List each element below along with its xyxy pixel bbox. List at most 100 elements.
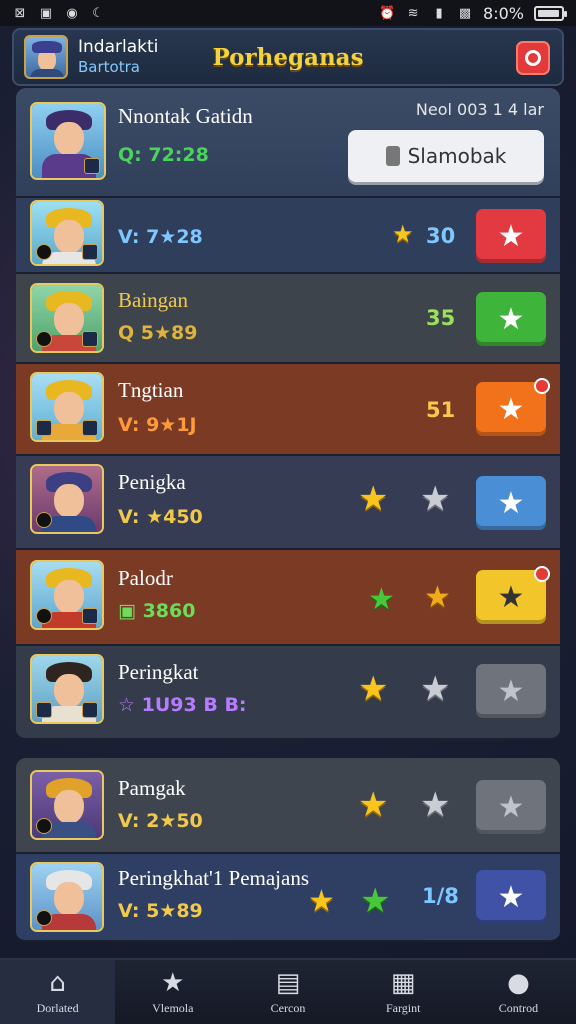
leaderboard-row-featured[interactable]: Nnontak Gatidn Q: 72:28 Neol 003 1 4 lar… xyxy=(16,88,560,198)
player-stat: V: 7★28 xyxy=(118,226,203,248)
leaderboard-row[interactable]: Peringkhat'1 Pemajans V: 5★89 ★ ★ 1/8 ★ xyxy=(16,854,560,942)
status-bar: ⊠ ▣ ◉ ☾ ⏰ ≋ ▮ ▩ 8:0% xyxy=(0,0,576,26)
player-stat: V: 2★50 xyxy=(118,810,203,832)
player-score: 30 xyxy=(426,224,456,248)
player-score: 35 xyxy=(426,306,456,330)
rank-badge-icon xyxy=(36,702,52,718)
star-icon: ★ xyxy=(358,669,389,709)
notification-icon: ◉ xyxy=(66,5,78,21)
star-icon: ★ xyxy=(360,881,391,921)
player-stat: Q 5★89 xyxy=(118,322,198,344)
player-stat: ▣ 3860 xyxy=(118,600,196,622)
player-name: Peringkhat'1 Pemajans xyxy=(118,866,309,890)
rank-badge-icon xyxy=(36,244,52,260)
user-name: Indarlakti xyxy=(78,37,159,57)
sim-icon: ▩ xyxy=(458,5,472,21)
player-stat: V: 5★89 xyxy=(118,900,203,922)
star-icon: ★ xyxy=(358,785,389,825)
leaderboard-list: Nnontak Gatidn Q: 72:28 Neol 003 1 4 lar… xyxy=(16,88,560,942)
favorite-button[interactable]: ★ xyxy=(476,566,550,624)
favorite-button[interactable]: ★ xyxy=(476,870,546,924)
rank-badge-icon xyxy=(36,608,52,624)
rank-badge-icon xyxy=(36,910,52,926)
level-badge-icon xyxy=(82,608,98,624)
player-stat: V: ★450 xyxy=(118,506,203,528)
nav-label: Controd xyxy=(498,1000,539,1015)
nav-item-profile[interactable]: ● Controd xyxy=(461,960,576,1024)
leaderboard-row[interactable]: Baingan Q 5★89 35 ★ xyxy=(16,274,560,364)
row-info: Neol 003 1 4 lar xyxy=(415,100,544,119)
star-icon: ★ xyxy=(308,884,335,919)
slamobak-label: Slamobak xyxy=(407,144,507,168)
leaderboard-row[interactable]: Tngtian V: 9★1J 51 ★ xyxy=(16,364,560,456)
leaderboard-row[interactable]: V: 7★28 ★ 30 ★ xyxy=(16,198,560,274)
level-badge-icon xyxy=(82,702,98,718)
close-button[interactable] xyxy=(516,41,550,75)
player-name: Baingan xyxy=(118,288,188,312)
star-outline-icon: ★ xyxy=(420,785,451,825)
nav-label: Vlemola xyxy=(152,1000,194,1015)
favorite-button[interactable]: ★ xyxy=(476,476,546,530)
nav-label: Fargint xyxy=(385,1000,421,1015)
top-header: Indarlakti Bartotra Porheganas xyxy=(12,28,564,86)
player-name: Palodr xyxy=(118,566,173,590)
rank-badge-icon xyxy=(36,331,52,347)
nav-item-book[interactable]: ▦ Fargint xyxy=(346,960,461,1024)
favorite-button[interactable]: ★ xyxy=(476,664,546,718)
player-name: Peringkat xyxy=(118,660,199,684)
favorite-button[interactable]: ★ xyxy=(476,292,546,346)
star-outline-icon: ★ xyxy=(420,669,451,709)
player-name: Tngtian xyxy=(118,378,184,402)
player-portrait xyxy=(30,654,104,724)
player-portrait xyxy=(30,283,104,353)
favorite-button[interactable]: ★ xyxy=(476,209,546,263)
star-outline-icon: ★ xyxy=(420,479,451,519)
close-icon xyxy=(525,50,541,66)
nav-item-home[interactable]: ⌂ Dorlated xyxy=(0,960,116,1024)
star-icon: ★ xyxy=(358,479,389,519)
player-score: 1/8 xyxy=(422,884,459,908)
slamobak-button[interactable]: Slamobak xyxy=(348,130,544,182)
favorite-button[interactable]: ★ xyxy=(476,780,546,834)
leaderboard-row[interactable]: Pamgak V: 2★50 ★ ★ ★ xyxy=(16,758,560,854)
favorite-button[interactable]: ★ xyxy=(476,378,550,436)
player-name: Penigka xyxy=(118,470,186,494)
player-name: Nnontak Gatidn xyxy=(118,104,253,128)
lock-icon xyxy=(385,146,400,166)
wifi-icon: ≋ xyxy=(407,5,419,21)
status-time: 8:0% xyxy=(483,3,524,23)
notification-dot xyxy=(534,566,550,582)
player-stat: Q: 72:28 xyxy=(118,144,209,166)
rank-badge-icon xyxy=(36,420,52,436)
nav-label: Cercon xyxy=(270,1000,306,1015)
profile-icon: ● xyxy=(507,967,530,998)
nav-item-cards[interactable]: ▤ Cercon xyxy=(230,960,345,1024)
level-badge-icon xyxy=(82,420,98,436)
level-badge-icon xyxy=(82,331,98,347)
nav-item-ranks[interactable]: ★ Vlemola xyxy=(115,960,230,1024)
leaderboard-row[interactable]: Palodr ▣ 3860 ★ ★ ★ xyxy=(16,550,560,646)
rank-badge-icon xyxy=(36,818,52,834)
player-portrait xyxy=(30,560,104,630)
player-portrait xyxy=(30,372,104,442)
player-portrait xyxy=(30,102,106,180)
leaderboard-row[interactable]: Penigka V: ★450 ★ ★ ★ xyxy=(16,456,560,550)
leaderboard-row[interactable]: Peringkat ☆ 1U93 B B: ★ ★ ★ xyxy=(16,646,560,740)
player-portrait xyxy=(30,862,104,932)
star-outline-icon: ★ xyxy=(424,580,451,615)
home-icon: ⌂ xyxy=(49,967,66,998)
user-avatar[interactable] xyxy=(24,35,68,79)
alarm-icon: ⏰ xyxy=(378,5,396,21)
card-icon: ▤ xyxy=(275,967,301,998)
player-name: Pamgak xyxy=(118,776,186,800)
rank-badge-icon xyxy=(84,158,100,174)
player-portrait xyxy=(30,200,104,266)
user-subtitle: Bartotra xyxy=(78,58,140,76)
nav-label: Dorlated xyxy=(36,1000,79,1015)
player-stat: ☆ 1U93 B B: xyxy=(118,694,247,716)
rank-badge-icon xyxy=(36,512,52,528)
player-score: 51 xyxy=(426,398,456,422)
player-portrait xyxy=(30,770,104,840)
star-icon: ★ xyxy=(368,582,395,617)
